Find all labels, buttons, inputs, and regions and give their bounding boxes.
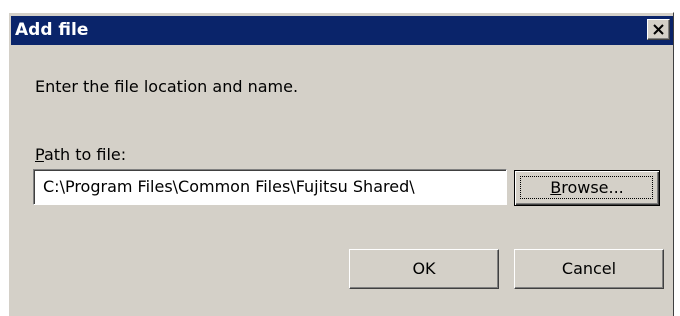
ok-button[interactable]: OK bbox=[349, 249, 499, 289]
browse-button[interactable]: Browse... bbox=[514, 170, 660, 206]
ok-button-label: OK bbox=[412, 259, 436, 278]
path-label: Path to file: bbox=[35, 145, 126, 165]
add-file-dialog: Add file Enter the file location and nam… bbox=[8, 12, 674, 316]
instruction-text: Enter the file location and name. bbox=[35, 77, 299, 96]
cancel-button[interactable]: Cancel bbox=[514, 249, 664, 289]
close-icon bbox=[653, 24, 664, 35]
browse-mnemonic: B bbox=[550, 178, 562, 197]
browse-label-text: rowse... bbox=[561, 178, 624, 197]
path-input-value: C:\Program Files\Common Files\Fujitsu Sh… bbox=[43, 177, 415, 196]
path-label-text: ath to file: bbox=[43, 145, 127, 164]
path-label-mnemonic: P bbox=[35, 145, 44, 164]
path-input[interactable]: C:\Program Files\Common Files\Fujitsu Sh… bbox=[33, 169, 507, 205]
title-bar[interactable]: Add file bbox=[11, 16, 673, 45]
browse-button-label: Browse... bbox=[515, 178, 659, 198]
cancel-button-label: Cancel bbox=[561, 259, 617, 278]
dialog-title: Add file bbox=[15, 20, 89, 40]
close-button[interactable] bbox=[647, 19, 670, 40]
